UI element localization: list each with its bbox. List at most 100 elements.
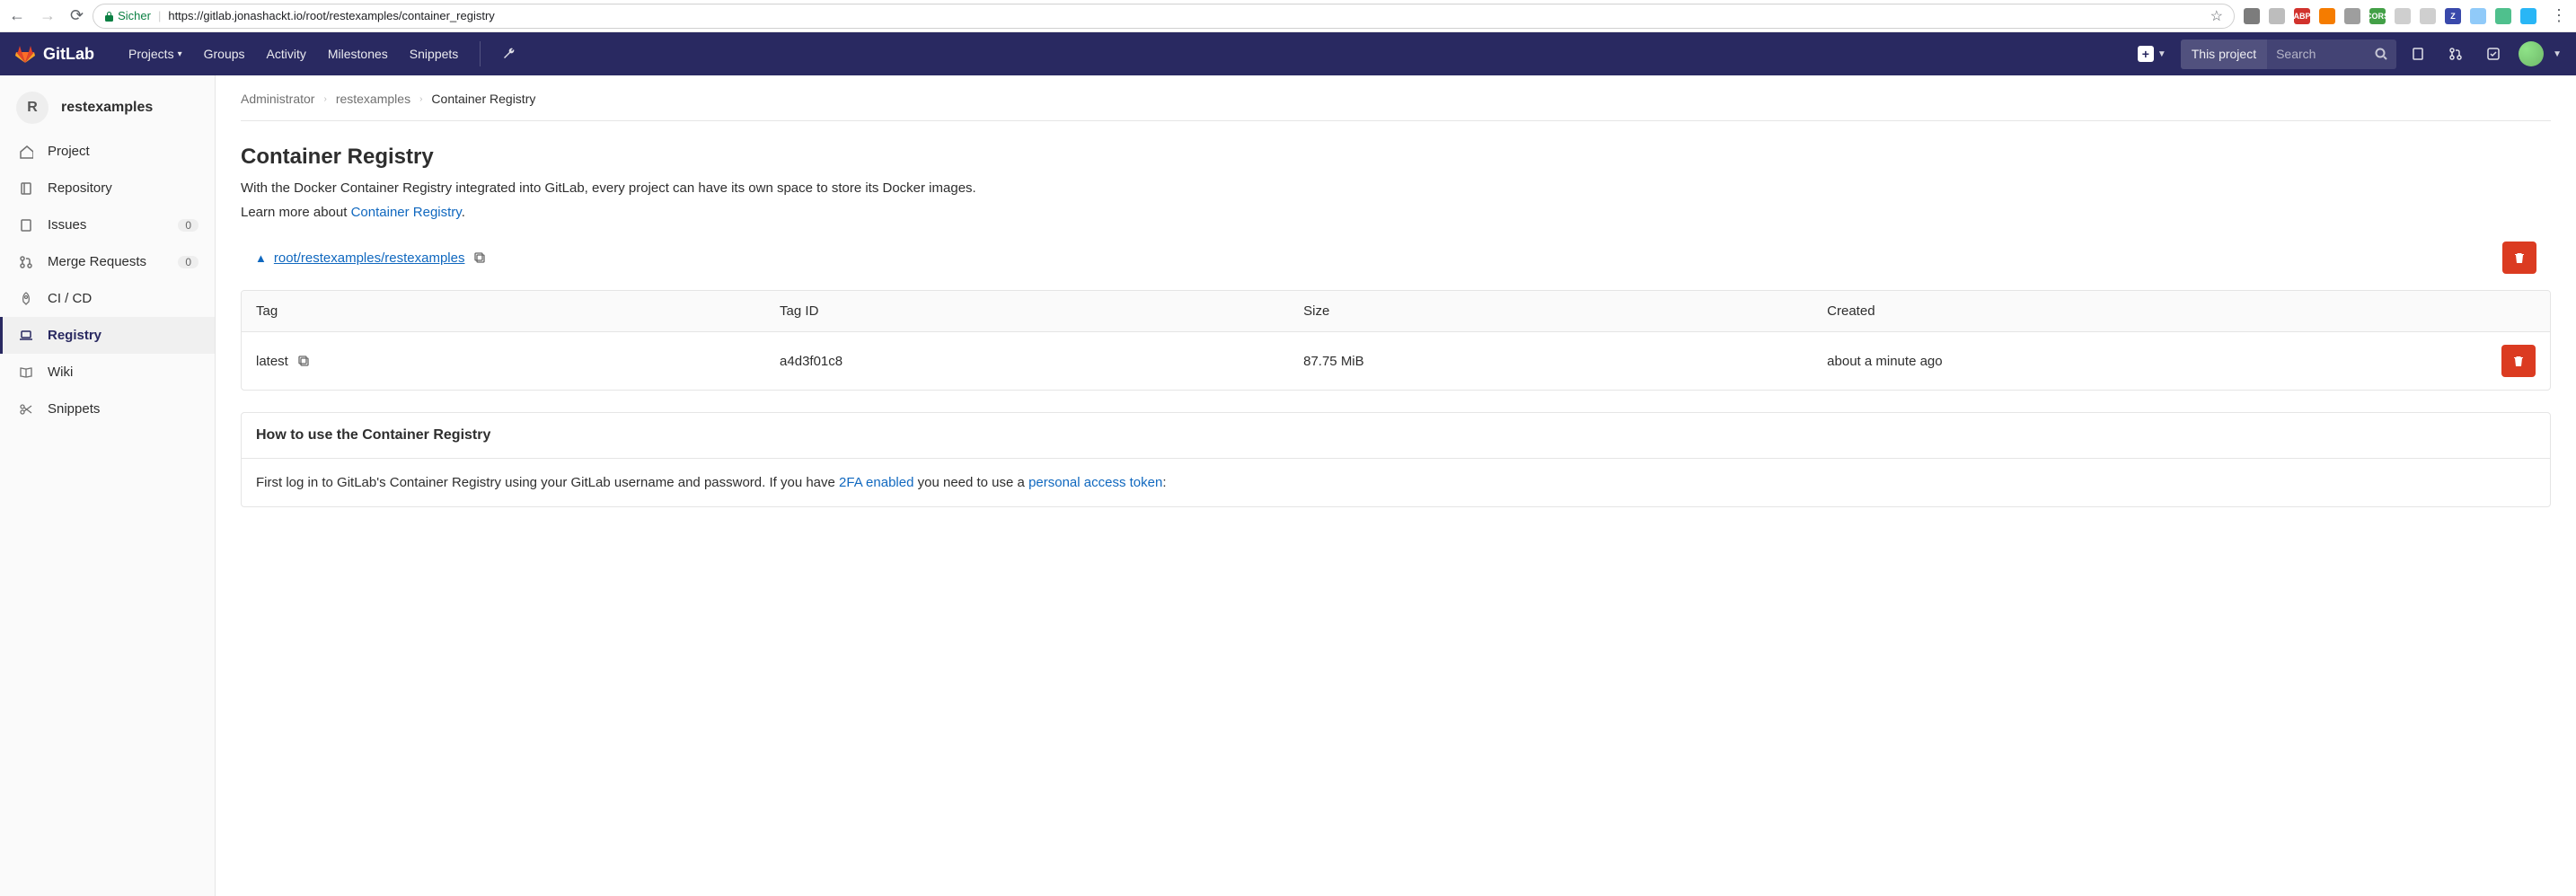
- topnav-snippets[interactable]: Snippets: [399, 32, 469, 75]
- rocket-icon: [19, 292, 35, 306]
- cors-icon[interactable]: CORS: [2369, 8, 2386, 24]
- topnav-milestones[interactable]: Milestones: [317, 32, 399, 75]
- ext-lb-icon[interactable]: [2470, 8, 2486, 24]
- back-button[interactable]: ←: [9, 6, 25, 25]
- scissors-icon: [19, 402, 35, 417]
- col-header: Tag: [256, 303, 780, 319]
- forward-button[interactable]: →: [40, 6, 56, 25]
- sidebar-item-label: Project: [48, 144, 90, 159]
- how-to-title: How to use the Container Registry: [242, 413, 2550, 459]
- ext-tab-icon[interactable]: [2420, 8, 2436, 24]
- lock-icon: [104, 11, 114, 22]
- sidebar-item-label: Merge Requests: [48, 254, 146, 269]
- sidebar-item-registry[interactable]: Registry: [0, 317, 215, 354]
- copy-icon[interactable]: [473, 251, 486, 264]
- search-scope[interactable]: This project: [2181, 40, 2267, 69]
- repo-row: ▲ root/restexamples/restexamples: [241, 242, 2551, 274]
- bookmark-star-icon[interactable]: ☆: [2210, 7, 2223, 25]
- personal-access-token-link[interactable]: personal access token: [1028, 475, 1162, 490]
- sidebar-item-label: Snippets: [48, 401, 100, 417]
- collapse-chevron-icon[interactable]: ▲: [255, 251, 267, 265]
- gitlab-topnav: GitLab Projects▾GroupsActivityMilestones…: [0, 32, 2576, 75]
- book-open-icon: [19, 365, 35, 380]
- col-header: Tag ID: [780, 303, 1303, 319]
- topnav-groups[interactable]: Groups: [193, 32, 256, 75]
- address-bar[interactable]: Sicher | https://gitlab.jonashackt.io/ro…: [93, 4, 2235, 29]
- ext-orange-icon[interactable]: [2319, 8, 2335, 24]
- topnav-projects[interactable]: Projects▾: [118, 32, 193, 75]
- main-content: Administrator›restexamples›Container Reg…: [216, 75, 2576, 896]
- gitlab-logo[interactable]: GitLab: [14, 43, 94, 65]
- new-menu[interactable]: + ▼: [2138, 46, 2166, 62]
- how-to-body: First log in to GitLab's Container Regis…: [242, 459, 2550, 506]
- admin-wrench-icon[interactable]: [491, 32, 527, 75]
- tag-id: a4d3f01c8: [780, 354, 1303, 369]
- delete-tag-button[interactable]: [2501, 345, 2536, 377]
- extension-icons: ABP CORS Z: [2244, 8, 2536, 24]
- sidebar-item-label: Repository: [48, 180, 112, 196]
- laptop-icon: [19, 329, 35, 343]
- project-header[interactable]: R restexamples: [0, 83, 215, 133]
- chevron-down-icon: ▼: [2157, 49, 2166, 59]
- copy-icon[interactable]: [297, 355, 310, 367]
- chrome-menu-icon[interactable]: ⋮: [2551, 6, 2567, 25]
- zoom-icon[interactable]: [2520, 8, 2536, 24]
- sidebar-item-repository[interactable]: Repository: [0, 170, 215, 206]
- repo-path-link[interactable]: root/restexamples/restexamples: [274, 250, 465, 266]
- brand-label: GitLab: [43, 45, 94, 64]
- pocket-icon[interactable]: [2244, 8, 2260, 24]
- learn-more: Learn more about Container Registry.: [241, 205, 2551, 220]
- project-name: restexamples: [61, 100, 153, 116]
- sidebar-item-issues[interactable]: Issues0: [0, 206, 215, 243]
- ext-grey2-icon[interactable]: [2344, 8, 2360, 24]
- secure-badge: Sicher: [104, 9, 151, 22]
- col-header: Created: [1827, 303, 2482, 319]
- 2fa-enabled-link[interactable]: 2FA enabled: [839, 475, 913, 490]
- browser-chrome: ← → ⟳ Sicher | https://gitlab.jonashackt…: [0, 0, 2576, 32]
- topnav-activity[interactable]: Activity: [256, 32, 317, 75]
- tag-name: latest: [256, 354, 288, 369]
- merge-icon: [19, 255, 35, 269]
- search-bar: This project: [2181, 40, 2396, 69]
- sidebar-item-snippets[interactable]: Snippets: [0, 391, 215, 427]
- chevron-down-icon[interactable]: ▼: [2553, 49, 2562, 59]
- sidebar-item-label: Issues: [48, 217, 86, 233]
- chevron-down-icon: ▾: [178, 49, 182, 59]
- sidebar-item-label: CI / CD: [48, 291, 92, 306]
- abp-icon[interactable]: ABP: [2294, 8, 2310, 24]
- page-description: With the Docker Container Registry integ…: [241, 180, 2551, 196]
- how-to-card: How to use the Container Registry First …: [241, 412, 2551, 507]
- sidebar-item-wiki[interactable]: Wiki: [0, 354, 215, 391]
- sidebar: R restexamples ProjectRepositoryIssues0M…: [0, 75, 216, 896]
- breadcrumb-item[interactable]: Administrator: [241, 92, 314, 106]
- project-avatar: R: [16, 92, 49, 124]
- search-icon[interactable]: [2366, 48, 2396, 60]
- container-registry-link[interactable]: Container Registry: [351, 205, 462, 220]
- chevron-right-icon: ›: [419, 94, 422, 104]
- sidebar-item-merge-requests[interactable]: Merge Requests 0: [0, 243, 215, 280]
- secure-label: Sicher: [118, 9, 151, 22]
- vue-icon[interactable]: [2495, 8, 2511, 24]
- merge-requests-icon[interactable]: [2448, 47, 2463, 61]
- sidebar-item-label: Wiki: [48, 365, 73, 380]
- plus-icon: +: [2138, 46, 2154, 62]
- sidebar-item-label: Registry: [48, 328, 101, 343]
- user-avatar[interactable]: [2519, 41, 2544, 66]
- table-row: latest a4d3f01c8 87.75 MiB about a minut…: [242, 332, 2550, 390]
- ext-grey-icon[interactable]: [2269, 8, 2285, 24]
- breadcrumb-item[interactable]: restexamples: [336, 92, 410, 106]
- sidebar-item-project[interactable]: Project: [0, 133, 215, 170]
- tag-size: 87.75 MiB: [1303, 354, 1827, 369]
- todos-icon[interactable]: [2486, 47, 2501, 61]
- delete-repo-button[interactable]: [2502, 242, 2536, 274]
- z-icon[interactable]: Z: [2445, 8, 2461, 24]
- badge: 0: [178, 256, 198, 268]
- issues-icon[interactable]: [2411, 47, 2425, 61]
- reload-button[interactable]: ⟳: [70, 6, 84, 25]
- col-header: Size: [1303, 303, 1827, 319]
- ext-a-icon[interactable]: [2395, 8, 2411, 24]
- search-input[interactable]: [2267, 47, 2366, 61]
- sidebar-item-ci-cd[interactable]: CI / CD: [0, 280, 215, 317]
- breadcrumb-item: Container Registry: [431, 92, 535, 106]
- tag-table-header: TagTag IDSizeCreated: [242, 291, 2550, 332]
